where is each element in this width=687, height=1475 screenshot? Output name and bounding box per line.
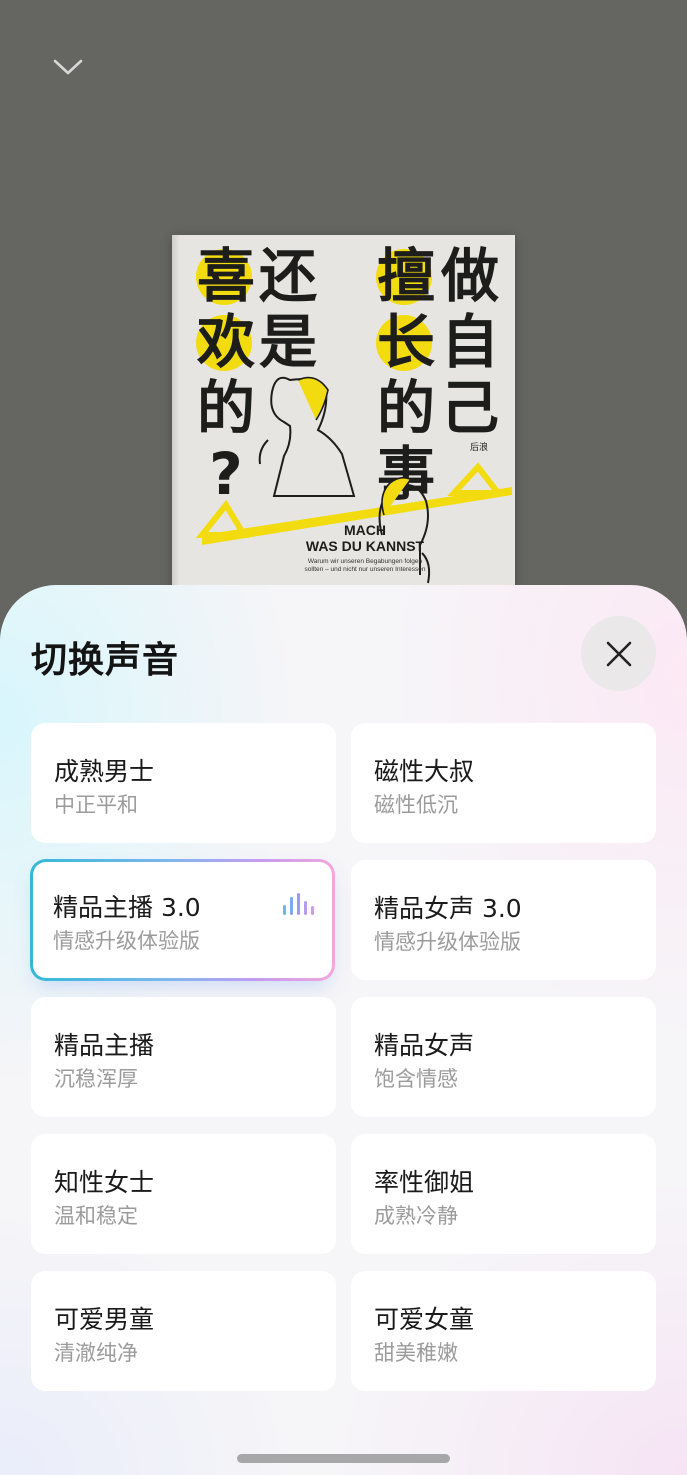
voice-option-mature-man[interactable]: 成熟男士 中正平和 (31, 723, 336, 843)
selected-card-inner: 精品主播 3.0 情感升级体验版 (33, 862, 332, 978)
voice-option-premium-host-3-selected[interactable]: 精品主播 3.0 情感升级体验版 (30, 859, 335, 981)
voice-name: 知性女士 (54, 1168, 155, 1197)
voice-desc: 温和稳定 (54, 1204, 138, 1228)
voice-name: 可爱女童 (374, 1305, 475, 1334)
playing-wave-icon (283, 893, 315, 915)
voice-desc: 饱含情感 (374, 1067, 458, 1091)
voice-grid: 成熟男士 中正平和 磁性大叔 磁性低沉 精品主播 3.0 情感升级体验版 精品女… (0, 585, 687, 1475)
voice-option-intellectual-lady[interactable]: 知性女士 温和稳定 (31, 1134, 336, 1254)
voice-name: 磁性大叔 (374, 757, 475, 786)
book-english-title: MACH WAS DU KANNST Warum wir unseren Beg… (300, 522, 430, 574)
voice-desc: 中正平和 (54, 793, 138, 817)
voice-desc: 沉稳浑厚 (54, 1067, 138, 1091)
chevron-down-icon (53, 59, 83, 75)
collapse-button[interactable] (48, 50, 88, 84)
voice-name: 率性御姐 (374, 1168, 475, 1197)
voice-option-cute-girl[interactable]: 可爱女童 甜美稚嫩 (351, 1271, 656, 1391)
voice-option-cool-sister[interactable]: 率性御姐 成熟冷静 (351, 1134, 656, 1254)
voice-name: 精品主播 (54, 1031, 155, 1060)
book-cover: 喜 欢 的 ? 还 是 擅 长 的 事 做 自 己 后浪 MACH WAS DU… (172, 235, 515, 615)
book-en-title-line1: MACH (344, 522, 386, 538)
voice-name: 成熟男士 (54, 757, 155, 786)
book-title-char: 长 (374, 309, 438, 375)
book-title-char: 喜 (194, 243, 258, 309)
voice-name: 精品女声 (374, 1031, 475, 1060)
book-title-char: 擅 (374, 243, 438, 309)
book-en-subtitle: Warum wir unseren Begabungen folgen soll… (304, 558, 426, 573)
voice-option-premium-female[interactable]: 精品女声 饱含情感 (351, 997, 656, 1117)
book-title-char: 欢 (194, 309, 258, 375)
voice-desc: 情感升级体验版 (53, 929, 200, 953)
voice-desc: 甜美稚嫩 (374, 1341, 458, 1365)
voice-desc: 清澈纯净 (54, 1341, 138, 1365)
voice-name: 精品女声 3.0 (374, 894, 522, 923)
voice-name: 可爱男童 (54, 1305, 155, 1334)
voice-option-cute-boy[interactable]: 可爱男童 清澈纯净 (31, 1271, 336, 1391)
book-en-title-line2: WAS DU KANNST (305, 538, 425, 554)
voice-option-magnetic-uncle[interactable]: 磁性大叔 磁性低沉 (351, 723, 656, 843)
home-indicator[interactable] (237, 1454, 450, 1463)
voice-option-premium-female-3[interactable]: 精品女声 3.0 情感升级体验版 (351, 860, 656, 980)
voice-option-premium-host[interactable]: 精品主播 沉稳浑厚 (31, 997, 336, 1117)
voice-desc: 成熟冷静 (374, 1204, 458, 1228)
voice-switch-sheet: 切换声音 成熟男士 中正平和 磁性大叔 磁性低沉 精品主播 3.0 情感升级体验… (0, 585, 687, 1475)
voice-desc: 情感升级体验版 (374, 930, 521, 954)
voice-name: 精品主播 3.0 (53, 893, 201, 922)
voice-desc: 磁性低沉 (374, 793, 458, 817)
